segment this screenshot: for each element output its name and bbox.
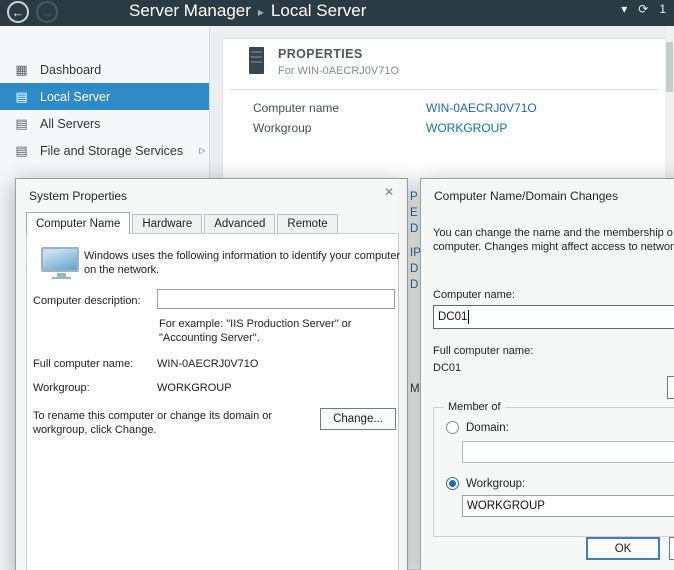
properties-header: PROPERTIES For WIN-0AECRJ0V71O	[249, 47, 399, 77]
workgroup-value: WORKGROUP	[157, 382, 232, 394]
text-caret	[468, 310, 469, 324]
covered-value-fragment: P	[410, 191, 418, 203]
forward-button[interactable]: →	[36, 1, 58, 23]
dialog-body-line2: computer. Changes might affect access to…	[433, 241, 674, 253]
covered-value-fragment: D	[410, 279, 418, 291]
computer-name-tabpage: Windows uses the following information t…	[26, 233, 399, 570]
breadcrumb-separator-icon: ▸	[251, 5, 271, 19]
sidebar-item-local-server[interactable]: ▤ Local Server	[0, 83, 209, 110]
member-of-label: Member of	[444, 401, 505, 413]
properties-title: PROPERTIES	[278, 47, 399, 61]
workgroup-input[interactable]	[462, 495, 674, 517]
description-example-line2: "Accounting Server".	[159, 332, 260, 344]
tab-computer-name[interactable]: Computer Name	[26, 212, 130, 234]
description-example-line1: For example: "IIS Production Server" or	[159, 318, 351, 330]
covered-value-fragment: M	[410, 383, 420, 395]
dialog-body-line1: You can change the name and the membersh…	[433, 227, 673, 239]
app-title: Server Manager	[129, 1, 251, 20]
tab-advanced[interactable]: Advanced	[204, 214, 275, 234]
sidebar-item-all-servers[interactable]: ▤ All Servers	[0, 110, 209, 137]
chevron-right-icon: ▷	[199, 146, 205, 155]
chevron-down-icon[interactable]: ▾	[621, 2, 627, 16]
intro-text-line2: on the network.	[84, 264, 159, 276]
storage-icon: ▤	[14, 143, 29, 159]
back-button[interactable]: ←	[7, 1, 29, 23]
full-computer-name-value: WIN-0AECRJ0V71O	[157, 358, 258, 370]
radio-selected-icon	[446, 477, 459, 490]
tab-remote[interactable]: Remote	[277, 214, 337, 234]
server-icon: ▤	[14, 89, 29, 105]
tab-strip: Computer Name Hardware Advanced Remote	[26, 212, 397, 234]
sidebar-item-label: Local Server	[40, 90, 110, 104]
full-computer-name-value: DC01	[433, 362, 461, 374]
forward-arrow-icon: →	[41, 5, 54, 20]
domain-radio[interactable]: Domain:	[446, 421, 509, 434]
sidebar-item-label: File and Storage Services	[40, 144, 183, 158]
workgroup-radio-label: Workgroup:	[466, 478, 525, 490]
ok-button[interactable]: OK	[586, 537, 660, 560]
workgroup-radio[interactable]: Workgroup:	[446, 477, 525, 490]
sidebar-item-label: All Servers	[40, 117, 100, 131]
dashboard-icon: ▦	[14, 62, 29, 78]
radio-unselected-icon	[446, 421, 459, 434]
page-title: Local Server	[271, 1, 366, 20]
dialog-title: Computer Name/Domain Changes	[434, 189, 618, 203]
breadcrumb: Server Manager▸Local Server	[129, 1, 366, 21]
domain-changes-dialog: Computer Name/Domain Changes You can cha…	[420, 178, 674, 570]
computer-name-link[interactable]: WIN-0AECRJ0V71O	[426, 101, 537, 115]
server-manager-window: ← → Server Manager▸Local Server ▾ ⟳ 1 ▦ …	[0, 0, 674, 570]
computer-monitor-icon	[41, 247, 81, 283]
workgroup-label: Workgroup:	[33, 382, 90, 394]
computer-description-label: Computer description:	[33, 295, 141, 307]
more-button[interactable]	[667, 376, 674, 399]
workgroup-link[interactable]: WORKGROUP	[426, 121, 507, 135]
change-button[interactable]: Change...	[320, 408, 396, 430]
sidebar-item-file-storage-services[interactable]: ▤ File and Storage Services ▷	[0, 137, 209, 164]
notification-count[interactable]: 1	[659, 2, 666, 16]
rename-hint-line1: To rename this computer or change its do…	[33, 410, 272, 422]
full-computer-name-label: Full computer name:	[433, 345, 533, 357]
cancel-button[interactable]	[669, 537, 674, 560]
system-properties-dialog: System Properties ✕ Computer Name Hardwa…	[15, 178, 408, 570]
computer-description-input[interactable]	[157, 289, 395, 309]
topbar-actions: ▾ ⟳ 1	[621, 2, 666, 16]
sidebar-item-dashboard[interactable]: ▦ Dashboard	[0, 56, 209, 83]
close-icon[interactable]: ✕	[379, 185, 399, 203]
full-computer-name-label: Full computer name:	[33, 358, 133, 370]
domain-radio-label: Domain:	[466, 422, 509, 434]
divider	[229, 89, 659, 90]
rename-hint-line2: workgroup, click Change.	[33, 424, 157, 436]
scrollbar-thumb[interactable]	[666, 42, 673, 92]
domain-input[interactable]	[462, 441, 674, 463]
workgroup-label: Workgroup	[253, 121, 311, 135]
back-arrow-icon: ←	[12, 5, 25, 20]
intro-text-line1: Windows uses the following information t…	[84, 250, 400, 262]
covered-value-fragment: D	[410, 223, 418, 235]
topbar: ← → Server Manager▸Local Server ▾ ⟳ 1	[0, 0, 674, 26]
member-of-groupbox: Member of Domain: Workgroup:	[433, 407, 674, 537]
covered-value-fragment: E	[410, 207, 418, 219]
properties-subtitle: For WIN-0AECRJ0V71O	[278, 65, 399, 77]
computer-name-label: Computer name	[253, 101, 339, 115]
sidebar-item-label: Dashboard	[40, 63, 101, 77]
tab-hardware[interactable]: Hardware	[132, 214, 202, 234]
computer-name-input[interactable]: DC01	[433, 305, 674, 329]
server-tile-icon	[249, 47, 264, 74]
servers-icon: ▤	[14, 116, 29, 132]
dialog-title: System Properties	[29, 189, 127, 203]
computer-name-label: Computer name:	[433, 289, 515, 301]
computer-name-input-value: DC01	[438, 311, 467, 323]
refresh-icon[interactable]: ⟳	[638, 2, 648, 16]
covered-value-fragment: D	[410, 263, 418, 275]
